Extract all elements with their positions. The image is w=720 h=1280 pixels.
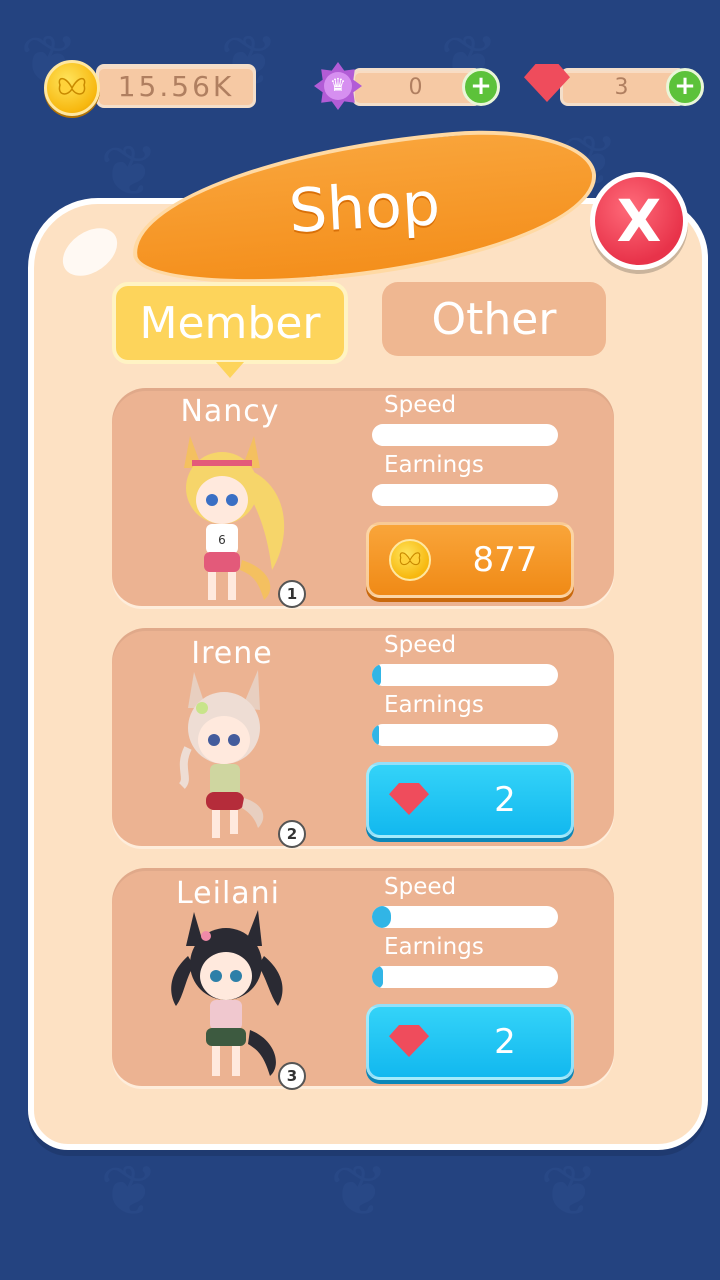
buy-irene-button[interactable]: 2 xyxy=(366,762,574,838)
speed-bar xyxy=(372,664,558,686)
gem-amount: 3 xyxy=(614,74,632,100)
add-gems-button[interactable]: + xyxy=(666,68,704,106)
svg-text:6: 6 xyxy=(218,533,226,547)
add-stars-button[interactable]: + xyxy=(462,68,500,106)
rank-badge: 3 xyxy=(278,1062,306,1090)
background-butterfly-icon: ❦ xyxy=(540,1150,599,1232)
coin-counter: 15.56K xyxy=(96,64,256,108)
tab-other[interactable]: Other xyxy=(382,282,606,356)
price-label: 2 xyxy=(494,1022,516,1062)
buy-nancy-button[interactable]: 877 xyxy=(366,522,574,598)
shop-title: Shop xyxy=(286,169,442,247)
earnings-label: Earnings xyxy=(384,452,484,478)
earnings-bar xyxy=(372,724,558,746)
earnings-label: Earnings xyxy=(384,692,484,718)
speed-label: Speed xyxy=(384,874,457,900)
earnings-label: Earnings xyxy=(384,934,484,960)
buy-leilani-button[interactable]: 2 xyxy=(366,1004,574,1080)
coin-amount: 15.56K xyxy=(117,69,235,103)
rank-badge: 1 xyxy=(278,580,306,608)
earnings-bar xyxy=(372,966,558,988)
butterfly-coin-icon xyxy=(389,539,431,581)
butterfly-coin-icon xyxy=(44,60,100,116)
speed-bar xyxy=(372,424,558,446)
speed-bar-fill xyxy=(372,906,391,928)
star-amount: 0 xyxy=(408,74,426,100)
tab-member[interactable]: Member xyxy=(112,282,348,378)
member-name: Irene xyxy=(191,636,273,671)
close-button[interactable]: X xyxy=(590,172,688,270)
rank-badge: 2 xyxy=(278,820,306,848)
background-butterfly-icon: ❦ xyxy=(330,1150,389,1232)
red-gem-icon xyxy=(389,1025,429,1057)
red-gem-icon xyxy=(389,783,429,815)
price-label: 877 xyxy=(472,540,538,580)
speed-label: Speed xyxy=(384,392,457,418)
earnings-bar xyxy=(372,484,558,506)
price-label: 2 xyxy=(494,780,516,820)
background-butterfly-icon: ❦ xyxy=(100,1150,159,1232)
character-irene xyxy=(172,668,302,848)
member-name: Nancy xyxy=(180,394,280,429)
speed-bar xyxy=(372,906,558,928)
speed-label: Speed xyxy=(384,632,457,658)
